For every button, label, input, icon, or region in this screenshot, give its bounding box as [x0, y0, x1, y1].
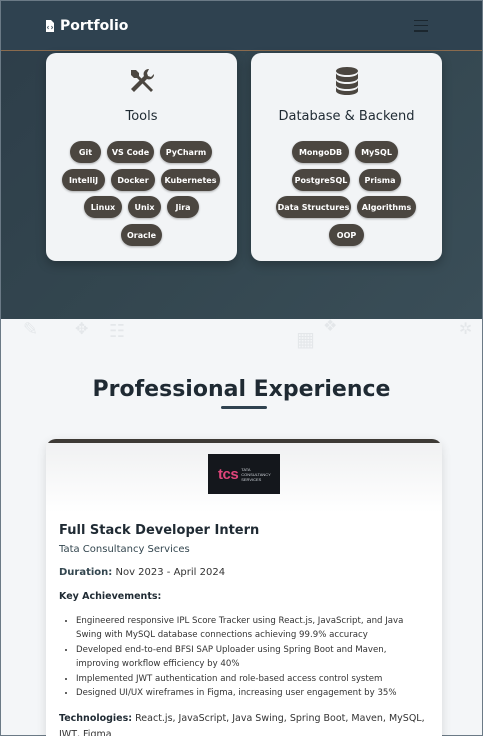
skill-pill: Linux — [84, 196, 122, 218]
job-title: Full Stack Developer Intern — [59, 523, 260, 538]
company-name: Tata Consultancy Services — [59, 544, 190, 555]
skill-pill: Git — [70, 141, 101, 163]
database-icon — [335, 67, 358, 95]
section-title: Professional Experience — [92, 377, 391, 402]
title-underline — [221, 406, 267, 409]
skill-card-database: Database & Backend MongoDB MySQL Postgre… — [251, 53, 442, 261]
skill-pill: PostgreSQL — [292, 169, 350, 191]
decor-icon: ✎ — [23, 319, 39, 340]
skill-pill: Docker — [111, 169, 155, 191]
skill-pill: Oracle — [121, 224, 162, 246]
company-logo: tcs TATA CONSULTANCY SERVICES — [208, 454, 280, 494]
card-title: Database & Backend — [278, 109, 415, 124]
experience-card: tcs TATA CONSULTANCY SERVICES Full Stack… — [46, 439, 442, 736]
skill-pill: Algorithms — [357, 196, 416, 218]
skill-pill: Prisma — [359, 169, 401, 191]
duration: Duration: Nov 2023 - April 2024 — [59, 567, 225, 578]
decor-icon: ❖ — [323, 316, 338, 335]
achievements-list: Engineered responsive IPL Score Tracker … — [76, 614, 431, 700]
duration-label: Duration: — [59, 567, 113, 578]
logo-subtitle: TATA CONSULTANCY SERVICES — [241, 466, 271, 482]
achievements-label: Key Achievements: — [59, 591, 162, 602]
skill-pill: MySQL — [355, 141, 398, 163]
decor-icon: ✲ — [459, 319, 473, 338]
card-title: Tools — [125, 109, 158, 124]
skill-pill: Jira — [167, 196, 199, 218]
tools-icon — [130, 68, 154, 92]
skill-pill: Data Structures — [276, 196, 351, 218]
skill-pill: Kubernetes — [161, 169, 220, 191]
skill-pill: PyCharm — [160, 141, 212, 163]
file-code-icon — [46, 19, 54, 32]
skill-pill: MongoDB — [292, 141, 349, 163]
achievement-item: Implemented JWT authentication and role-… — [76, 672, 431, 686]
achievement-item: Developed end-to-end BFSI SAP Uploader u… — [76, 643, 431, 672]
decor-icon: ✥ — [75, 319, 89, 338]
brand[interactable]: Portfolio — [45, 18, 128, 34]
navbar: Portfolio — [1, 1, 482, 51]
skill-pill: OOP — [329, 224, 364, 246]
hamburger-menu-icon[interactable] — [414, 19, 428, 32]
decor-icon: ☷ — [109, 321, 126, 342]
achievement-item: Engineered responsive IPL Score Tracker … — [76, 614, 431, 643]
decor-icon: ▦ — [296, 327, 315, 351]
duration-value: Nov 2023 - April 2024 — [115, 567, 226, 578]
skill-pill: IntelliJ — [62, 169, 105, 191]
brand-label: Portfolio — [60, 17, 129, 34]
skill-pill: VS Code — [107, 141, 154, 163]
logo-text: tcs — [218, 465, 239, 483]
technologies-label: Technologies: — [59, 713, 133, 724]
technologies: Technologies: React.js, JavaScript, Java… — [59, 711, 429, 736]
achievement-item: Designed UI/UX wireframes in Figma, incr… — [76, 686, 431, 700]
skill-card-tools: Tools Git VS Code PyCharm IntelliJ Docke… — [46, 53, 237, 261]
skill-pill: Unix — [128, 196, 161, 218]
